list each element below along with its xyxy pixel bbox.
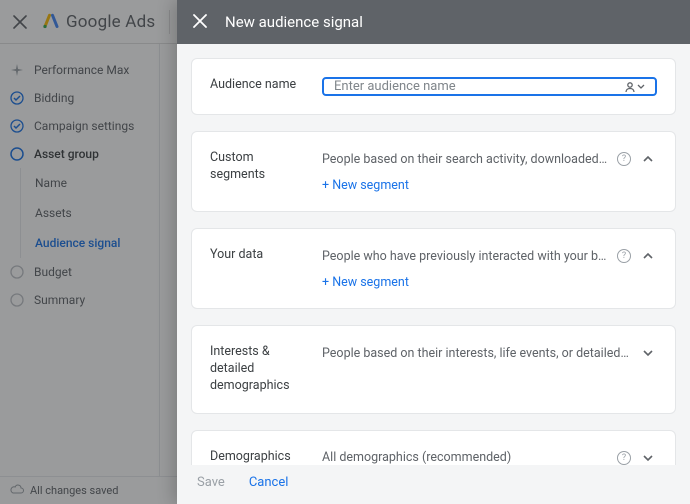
section-label: Custom segments	[210, 150, 308, 184]
new-audience-signal-panel: New audience signal Audience name Enter …	[177, 0, 690, 504]
interests-demographics-section[interactable]: Interests & detailed demographics People…	[191, 325, 676, 414]
help-icon[interactable]: ?	[617, 451, 631, 465]
close-panel-button[interactable]	[193, 12, 207, 33]
panel-title: New audience signal	[225, 13, 363, 31]
custom-segments-section[interactable]: Custom segments People based on their se…	[191, 131, 676, 212]
panel-header: New audience signal	[177, 0, 690, 44]
section-description: People who have previously interacted wi…	[322, 249, 609, 264]
section-description: People based on their interests, life ev…	[322, 346, 631, 361]
your-data-section[interactable]: Your data People who have previously int…	[191, 228, 676, 309]
new-segment-link[interactable]: + New segment	[322, 178, 657, 193]
audience-name-card: Audience name Enter audience name	[191, 58, 676, 115]
section-label: Your data	[210, 247, 308, 264]
section-description: All demographics (recommended)	[322, 450, 609, 465]
section-description: People based on their search activity, d…	[322, 152, 609, 167]
new-segment-link[interactable]: + New segment	[322, 275, 657, 290]
chevron-up-icon[interactable]	[639, 247, 657, 265]
audience-name-input[interactable]: Enter audience name	[322, 77, 657, 96]
person-dropdown-icon[interactable]	[624, 81, 645, 93]
cancel-button[interactable]: Cancel	[249, 475, 289, 490]
panel-body: Audience name Enter audience name Custom…	[177, 44, 690, 465]
help-icon[interactable]: ?	[617, 152, 631, 166]
section-label: Demographics	[210, 449, 308, 465]
save-button[interactable]: Save	[197, 475, 225, 490]
section-label: Interests & detailed demographics	[210, 344, 308, 395]
field-label: Audience name	[210, 77, 308, 94]
demographics-section[interactable]: Demographics All demographics (recommend…	[191, 430, 676, 465]
panel-footer: Save Cancel	[177, 465, 690, 504]
help-icon[interactable]: ?	[617, 249, 631, 263]
chevron-up-icon[interactable]	[639, 150, 657, 168]
chevron-down-icon[interactable]	[639, 449, 657, 465]
input-placeholder: Enter audience name	[334, 79, 456, 94]
chevron-down-icon[interactable]	[639, 344, 657, 362]
